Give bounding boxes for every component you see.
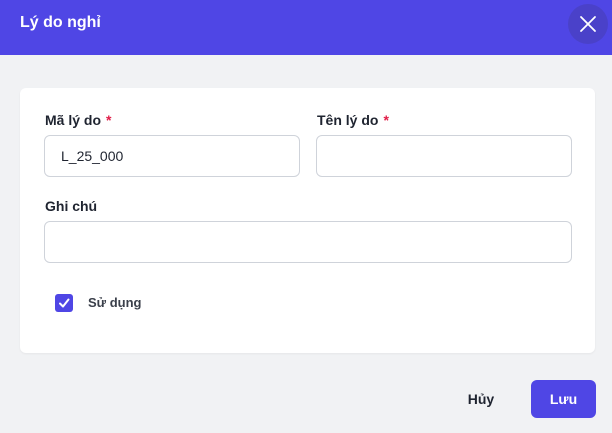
required-mark: *	[106, 112, 112, 128]
dialog-header: Lý do nghỉ	[0, 0, 612, 55]
cancel-button[interactable]: Hủy	[456, 380, 506, 418]
name-input[interactable]	[316, 135, 572, 177]
code-input[interactable]	[44, 135, 300, 177]
active-checkbox[interactable]	[55, 294, 73, 312]
code-label: Mã lý do *	[45, 112, 112, 128]
form-card: Mã lý do* Tên lý do* Ghi chú Sử dụng	[20, 88, 595, 353]
active-label: Sử dụng	[88, 295, 142, 310]
note-input[interactable]	[44, 221, 572, 263]
close-button[interactable]	[568, 4, 608, 44]
dialog-title: Lý do nghỉ	[20, 14, 101, 31]
note-label: Ghi chú	[45, 198, 98, 214]
check-icon	[59, 298, 70, 308]
name-label: Tên lý do *	[317, 112, 389, 128]
save-button[interactable]: Lưu	[531, 380, 596, 418]
required-mark: *	[383, 112, 389, 128]
close-icon	[580, 16, 596, 32]
